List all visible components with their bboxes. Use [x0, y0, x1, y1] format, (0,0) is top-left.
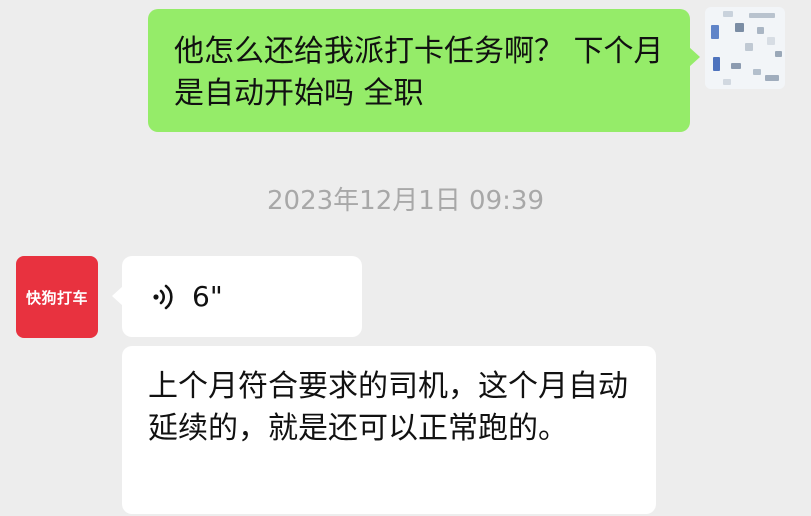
self-avatar[interactable]	[705, 7, 785, 89]
voice-message-bubble[interactable]: 6"	[112, 256, 362, 337]
voice-wave-icon	[150, 282, 180, 312]
chat-screen: 他怎么还给我派打卡任务啊？ 下个月是自动开始吗 全职 2023年12月1日 09…	[0, 0, 811, 516]
voice-duration: 6"	[192, 280, 223, 313]
incoming-message-bubble[interactable]: 上个月符合要求的司机，这个月自动延续的，就是还可以正常跑的。	[122, 346, 656, 514]
contact-avatar[interactable]: 快狗打车	[16, 256, 98, 338]
outgoing-message-text: 他怎么还给我派打卡任务啊？ 下个月是自动开始吗 全职	[174, 34, 664, 111]
incoming-message-text: 上个月符合要求的司机，这个月自动延续的，就是还可以正常跑的。	[148, 369, 628, 446]
contact-avatar-label: 快狗打车	[25, 288, 88, 307]
message-timestamp: 2023年12月1日 09:39	[267, 186, 544, 216]
outgoing-message-bubble[interactable]: 他怎么还给我派打卡任务啊？ 下个月是自动开始吗 全职	[148, 9, 700, 132]
